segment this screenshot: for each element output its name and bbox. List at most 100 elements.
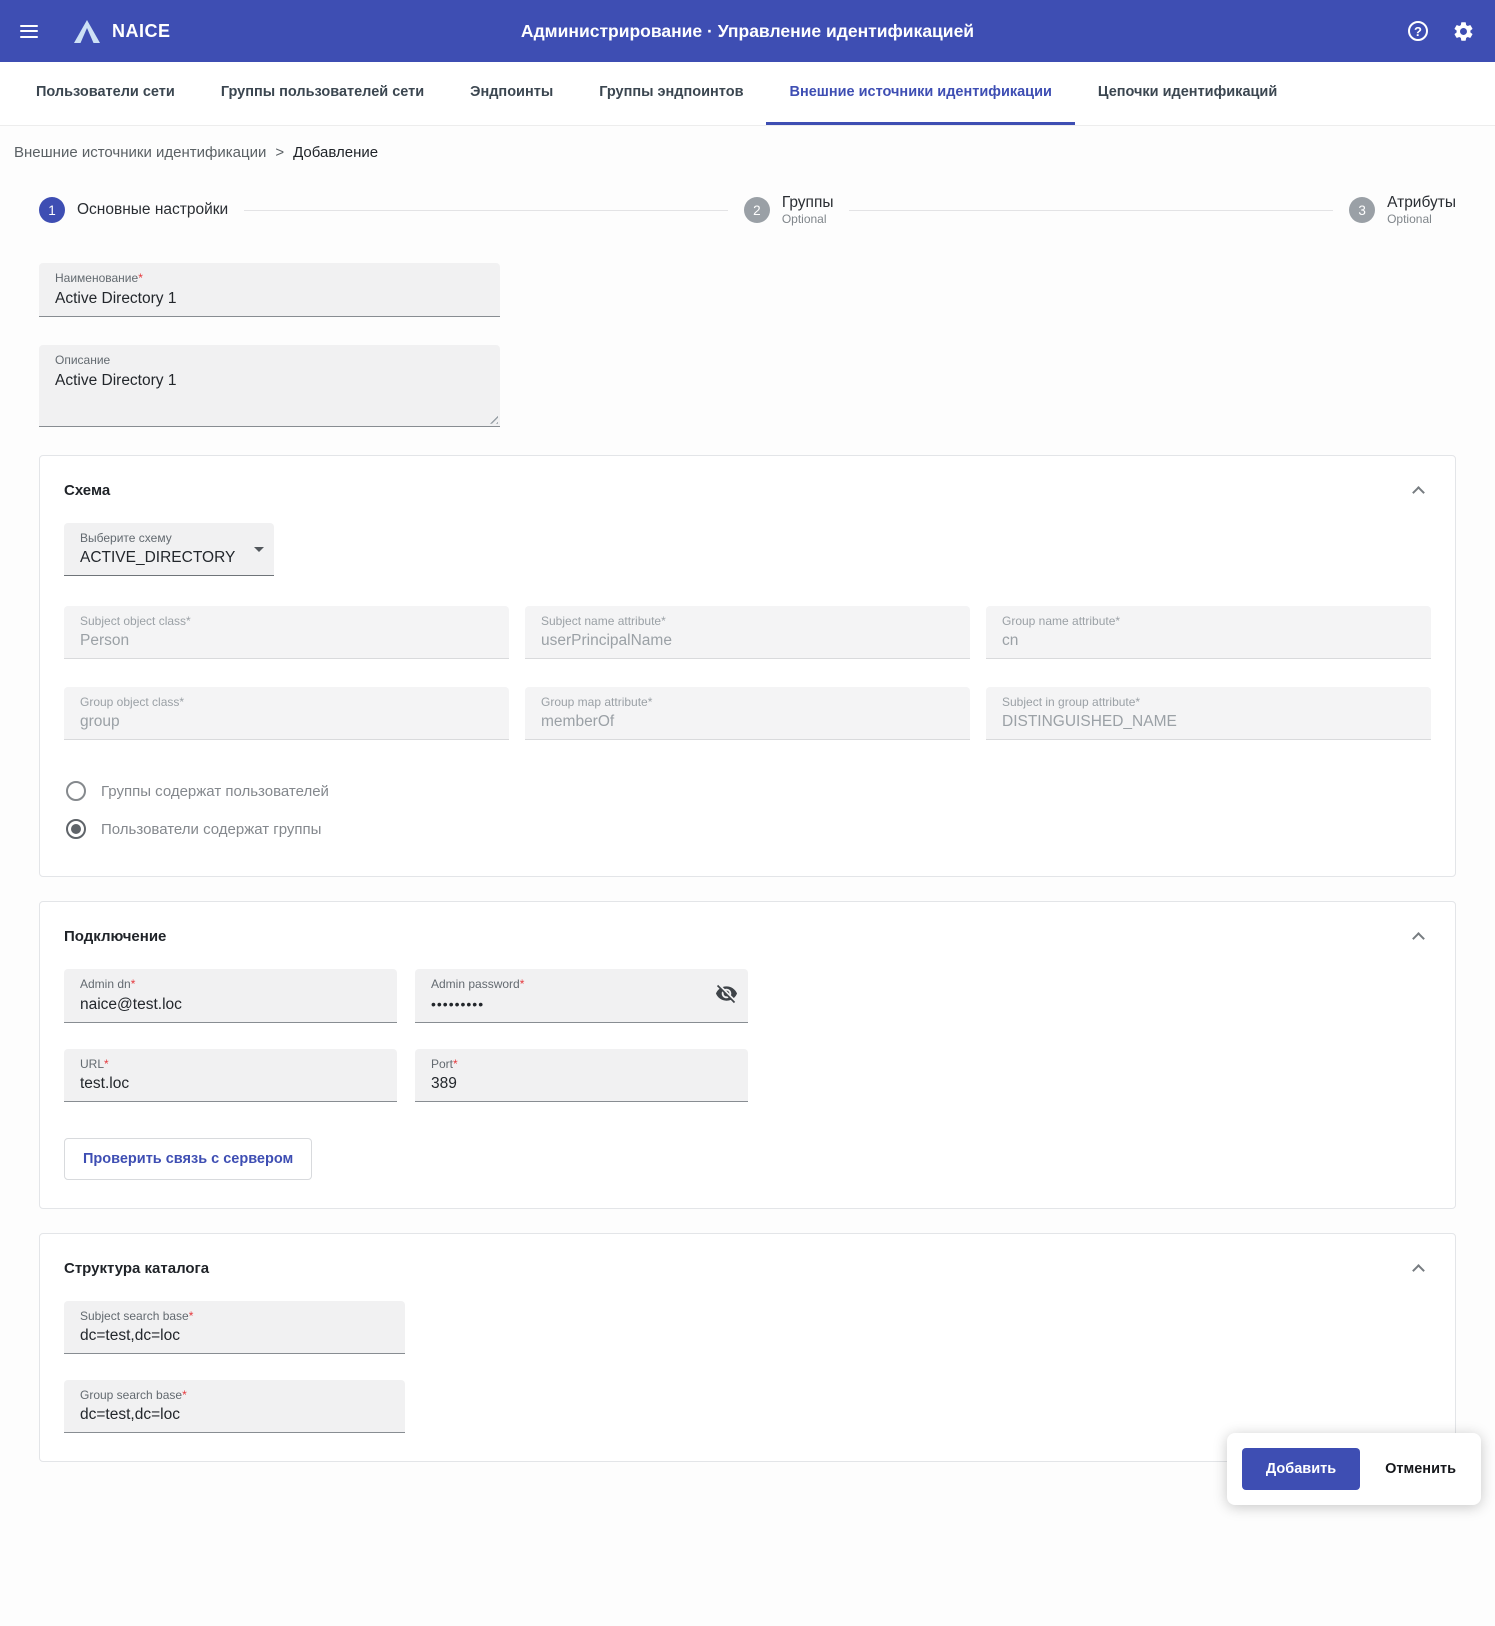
dropdown-arrow-icon <box>254 547 264 552</box>
required-asterisk: * <box>104 1057 109 1071</box>
step-1-basic-settings[interactable]: 1 Основные настройки <box>39 197 228 223</box>
name-field[interactable]: Наименование* <box>39 263 500 316</box>
schema-select-label: Выберите схему <box>80 530 258 546</box>
group-object-class-label: Group object class* <box>80 694 493 710</box>
app-bar-left: NAICE <box>12 13 171 49</box>
stepper-connector <box>244 210 728 211</box>
stepper: 1 Основные настройки 2 Группы Optional 3… <box>39 193 1456 227</box>
step-3-attributes[interactable]: 3 Атрибуты Optional <box>1349 193 1456 227</box>
page-title: Администрирование · Управление идентифик… <box>521 21 974 42</box>
tab-identity-chains[interactable]: Цепочки идентификаций <box>1075 62 1300 125</box>
subject-search-base-input[interactable] <box>80 1324 389 1346</box>
breadcrumb-current: Добавление <box>293 144 378 161</box>
schema-collapse-button[interactable] <box>1406 478 1431 503</box>
step-3-circle: 3 <box>1349 197 1375 223</box>
subject-in-group-attribute-value: DISTINGUISHED_NAME <box>1002 710 1415 732</box>
admin-dn-input[interactable] <box>80 993 381 1015</box>
group-name-attribute-label: Group name attribute* <box>1002 613 1415 629</box>
step-2-circle: 2 <box>744 197 770 223</box>
subject-name-attribute-field: Subject name attribute* userPrincipalNam… <box>525 606 970 659</box>
chevron-up-icon <box>1412 486 1425 499</box>
subject-search-base-label: Subject search base* <box>80 1308 389 1324</box>
add-button[interactable]: Добавить <box>1242 1448 1360 1490</box>
tab-network-user-groups[interactable]: Группы пользователей сети <box>198 62 447 125</box>
action-bar: Добавить Отменить <box>1227 1433 1481 1505</box>
tab-endpoint-groups[interactable]: Группы эндпоинтов <box>576 62 766 125</box>
subject-in-group-attribute-field: Subject in group attribute* DISTINGUISHE… <box>986 687 1431 740</box>
stepper-connector <box>849 210 1333 211</box>
settings-button[interactable] <box>1444 12 1483 51</box>
group-map-attribute-field: Group map attribute* memberOf <box>525 687 970 740</box>
connection-card: Подключение Admin dn* Admin password* <box>39 901 1456 1208</box>
tab-network-users[interactable]: Пользователи сети <box>13 62 198 125</box>
brand-name: NAICE <box>112 21 171 42</box>
connection-card-title: Подключение <box>64 928 166 945</box>
chevron-up-icon <box>1412 1264 1425 1277</box>
toggle-password-visibility-button[interactable] <box>711 978 742 1012</box>
main-content: 1 Основные настройки 2 Группы Optional 3… <box>0 193 1495 1626</box>
admin-password-input[interactable] <box>431 993 732 1013</box>
directory-collapse-button[interactable] <box>1406 1256 1431 1281</box>
subject-search-base-field[interactable]: Subject search base* <box>64 1301 405 1354</box>
schema-select[interactable]: Выберите схему ACTIVE_DIRECTORY <box>64 523 274 576</box>
subject-object-class-value: Person <box>80 629 493 651</box>
radio-checked-icon <box>66 819 86 839</box>
admin-dn-label: Admin dn* <box>80 976 381 992</box>
app-bar-right: ? <box>1400 12 1483 51</box>
schema-select-value: ACTIVE_DIRECTORY <box>80 546 258 568</box>
test-connection-button[interactable]: Проверить связь с сервером <box>64 1138 312 1180</box>
required-asterisk: * <box>189 1309 194 1323</box>
subject-name-attribute-label: Subject name attribute* <box>541 613 954 629</box>
admin-password-label: Admin password* <box>431 976 732 992</box>
admin-dn-field[interactable]: Admin dn* <box>64 969 397 1022</box>
hamburger-icon <box>20 21 38 41</box>
group-name-attribute-value: cn <box>1002 629 1415 651</box>
schema-card-title: Схема <box>64 482 110 499</box>
required-asterisk: * <box>131 977 136 991</box>
radio-groups-contain-users-label: Группы содержат пользователей <box>101 783 329 800</box>
resize-handle-icon[interactable] <box>488 414 498 424</box>
step-2-groups[interactable]: 2 Группы Optional <box>744 193 834 227</box>
radio-groups-contain-users: Группы содержат пользователей <box>64 772 1431 810</box>
step-1-label: Основные настройки <box>77 201 228 219</box>
tab-external-identity-sources[interactable]: Внешние источники идентификации <box>766 62 1074 125</box>
directory-structure-card: Структура каталога Subject search base* … <box>39 1233 1456 1462</box>
group-object-class-field: Group object class* group <box>64 687 509 740</box>
group-search-base-field[interactable]: Group search base* <box>64 1380 405 1433</box>
radio-users-contain-groups-label: Пользователи содержат группы <box>101 821 321 838</box>
schema-card: Схема Выберите схему ACTIVE_DIRECTORY Su… <box>39 455 1456 878</box>
step-1-circle: 1 <box>39 197 65 223</box>
name-input[interactable] <box>55 287 484 309</box>
help-icon: ? <box>1408 21 1428 41</box>
step-3-sublabel: Optional <box>1387 212 1456 227</box>
tab-endpoints[interactable]: Эндпоинты <box>447 62 576 125</box>
breadcrumb-separator: > <box>275 144 284 161</box>
description-input[interactable]: Active Directory 1 <box>55 368 484 414</box>
connection-collapse-button[interactable] <box>1406 924 1431 949</box>
gear-icon <box>1452 20 1475 43</box>
cancel-button[interactable]: Отменить <box>1375 1448 1466 1490</box>
group-search-base-input[interactable] <box>80 1403 389 1425</box>
step-3-label: Атрибуты <box>1387 193 1456 212</box>
description-field[interactable]: Описание Active Directory 1 <box>39 345 500 427</box>
admin-password-field[interactable]: Admin password* <box>415 969 748 1022</box>
port-input[interactable] <box>431 1072 732 1094</box>
url-field[interactable]: URL* <box>64 1049 397 1102</box>
visibility-off-icon <box>715 982 738 1005</box>
menu-button[interactable] <box>12 13 46 49</box>
required-asterisk: * <box>138 271 143 285</box>
subject-object-class-label: Subject object class* <box>80 613 493 629</box>
description-label: Описание <box>55 352 484 368</box>
directory-card-title: Структура каталога <box>64 1260 209 1277</box>
subject-object-class-field: Subject object class* Person <box>64 606 509 659</box>
breadcrumb-parent-link[interactable]: Внешние источники идентификации <box>14 144 266 161</box>
port-label: Port* <box>431 1056 732 1072</box>
url-label: URL* <box>80 1056 381 1072</box>
chevron-up-icon <box>1412 932 1425 945</box>
help-button[interactable]: ? <box>1400 13 1436 49</box>
step-2-label: Группы <box>782 193 834 212</box>
url-input[interactable] <box>80 1072 381 1094</box>
naice-logo-icon <box>72 18 102 45</box>
group-object-class-value: group <box>80 710 493 732</box>
port-field[interactable]: Port* <box>415 1049 748 1102</box>
